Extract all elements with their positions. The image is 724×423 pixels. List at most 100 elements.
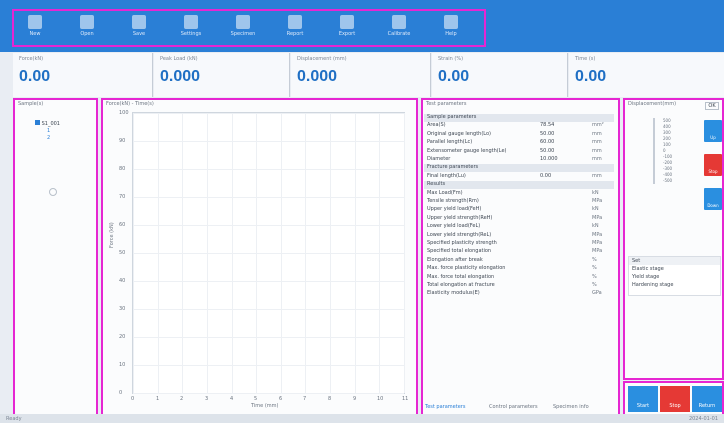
stage-list: Set Elastic stage Yield stage Hardening st…: [628, 256, 721, 296]
param-name: Specified total elongation: [427, 248, 492, 255]
control-button[interactable]: Start: [628, 386, 658, 412]
refresh-icon[interactable]: [49, 188, 57, 196]
status-date: 2024-01-01: [688, 416, 718, 422]
grid-line: [133, 393, 404, 394]
tool-button[interactable]: Specimen: [228, 13, 258, 43]
jog-button-label: Down: [707, 203, 719, 208]
param-row[interactable]: Total elongation at fracture%: [424, 282, 614, 290]
param-name: Extensometer gauge length(Le): [427, 147, 507, 154]
params-tab[interactable]: Specimen info: [553, 404, 589, 410]
grid-line: [379, 113, 380, 393]
tool-button[interactable]: Save: [124, 13, 154, 43]
param-row[interactable]: Lower yield strength(ReL) MPa: [424, 232, 614, 240]
tool-label: New: [29, 31, 41, 37]
scale-label: 100: [663, 142, 671, 147]
param-row[interactable]: Specified total elongation MPa: [424, 248, 614, 256]
x-tick-label: 1: [156, 396, 160, 402]
tool-label: Help: [445, 31, 457, 37]
param-row[interactable]: Upper yield strength(ReH) MPa: [424, 215, 614, 223]
grid-line: [232, 113, 233, 393]
param-name: Tensile strength(Rm): [427, 198, 479, 204]
y-tick-label: 70: [119, 194, 126, 200]
param-row[interactable]: Final length(Lu) 0.00 mm: [424, 173, 614, 181]
ok-button[interactable]: OK: [705, 102, 719, 110]
param-unit: kN: [592, 223, 599, 230]
params-tab[interactable]: Test parameters: [425, 404, 465, 410]
param-row[interactable]: Diameter 10.000 mm: [424, 156, 614, 164]
chart-title: Force(kN) - Time(s): [106, 101, 154, 107]
param-row[interactable]: Tensile strength(Rm) MPa: [424, 198, 614, 206]
param-name: Upper yield strength(ReH): [427, 214, 493, 221]
grid-line: [133, 113, 404, 114]
param-row[interactable]: Extensometer gauge length(Le) 50.00 mm: [424, 148, 614, 156]
control-button[interactable]: Stop: [660, 386, 690, 412]
param-row[interactable]: Fracture parameters: [424, 164, 614, 173]
jog-button[interactable]: Down: [704, 188, 722, 210]
param-unit: %: [592, 282, 597, 288]
sample-tree-header: Sample(s): [18, 101, 44, 107]
param-unit: %: [592, 265, 597, 272]
tree-child-item[interactable]: 1: [47, 128, 50, 134]
param-unit: mm: [592, 130, 602, 137]
help-icon: [444, 15, 458, 29]
jog-button[interactable]: Stop: [704, 154, 722, 176]
tool-button[interactable]: Report: [280, 13, 310, 43]
tool-button[interactable]: Calibrate: [384, 13, 414, 43]
param-row[interactable]: Upper yield load(FeH) kN: [424, 206, 614, 214]
y-tick-label: 50: [119, 250, 126, 256]
gear-icon: [184, 15, 198, 29]
status-text: Ready: [6, 416, 22, 422]
param-unit: MPa: [592, 198, 603, 204]
readout-value: 0.000: [297, 68, 338, 85]
y-tick-label: 30: [119, 306, 126, 312]
y-tick-label: 10: [119, 362, 126, 368]
x-tick-label: 11: [402, 396, 409, 402]
save-icon: [132, 15, 146, 29]
scale-label: 300: [663, 130, 671, 135]
stage-item[interactable]: Elastic stage: [629, 265, 720, 273]
jog-button[interactable]: Up: [704, 120, 722, 142]
param-row[interactable]: Elongation after break%: [424, 257, 614, 265]
param-unit: mm²: [592, 122, 604, 129]
param-unit: GPa: [592, 290, 602, 297]
param-row[interactable]: Area(S) 78.54 mm²: [424, 122, 614, 130]
stage-item[interactable]: Yield stage: [629, 273, 720, 281]
params-tab[interactable]: Control parameters: [489, 404, 538, 410]
y-tick-label: 0: [119, 390, 123, 396]
param-name: Lower yield load(FeL): [427, 223, 481, 230]
y-tick-label: 40: [119, 278, 126, 284]
x-tick-label: 2: [180, 396, 184, 402]
param-row[interactable]: Results: [424, 181, 614, 190]
plot-area[interactable]: 100 90 80 70 60 50 40 30 20 10 0 0 1 2 3 4 5 6 7 8 9 10 11: [119, 110, 408, 402]
y-axis-label: Force (kN): [109, 222, 115, 248]
param-row[interactable]: Parallel length(Lc) 60.00 mm: [424, 139, 614, 147]
report-icon: [288, 15, 302, 29]
scale-track[interactable]: [653, 118, 655, 184]
new-file-icon: [28, 15, 42, 29]
calibrate-icon: [392, 15, 406, 29]
param-unit: MPa: [592, 214, 603, 221]
control-button[interactable]: Return: [692, 386, 722, 412]
params-tabs: Test parameters Control parameters Specime…: [425, 403, 615, 412]
tool-button[interactable]: Settings: [176, 13, 206, 43]
export-icon: [340, 15, 354, 29]
tool-label: Save: [132, 31, 146, 37]
stage-item[interactable]: Hardening stage: [629, 281, 720, 289]
tree-root-item[interactable]: S1_001: [35, 120, 60, 127]
tool-button[interactable]: New: [20, 13, 50, 43]
param-row[interactable]: Sample parameters: [424, 114, 614, 122]
param-row[interactable]: Max. force plasticity elongation%: [424, 265, 614, 273]
specimen-icon: [236, 15, 250, 29]
param-row[interactable]: Max. force total elongation%: [424, 274, 614, 282]
param-row[interactable]: Specified plasticity strength MPa: [424, 240, 614, 248]
tool-button[interactable]: Export: [332, 13, 362, 43]
param-name: Upper yield load(FeH): [427, 206, 482, 213]
param-row[interactable]: Lower yield load(FeL) kN: [424, 223, 614, 231]
tool-button[interactable]: Open: [72, 13, 102, 43]
param-row[interactable]: Elasticity modulus(E) GPa: [424, 290, 614, 298]
param-row[interactable]: Original gauge length(Lo) 50.00 mm: [424, 131, 614, 139]
tool-button[interactable]: Help: [436, 13, 466, 43]
tree-child-item[interactable]: 2: [47, 135, 50, 141]
readout-title: Strain (%): [438, 56, 464, 62]
param-row[interactable]: Max Load(Fm) kN: [424, 190, 614, 198]
